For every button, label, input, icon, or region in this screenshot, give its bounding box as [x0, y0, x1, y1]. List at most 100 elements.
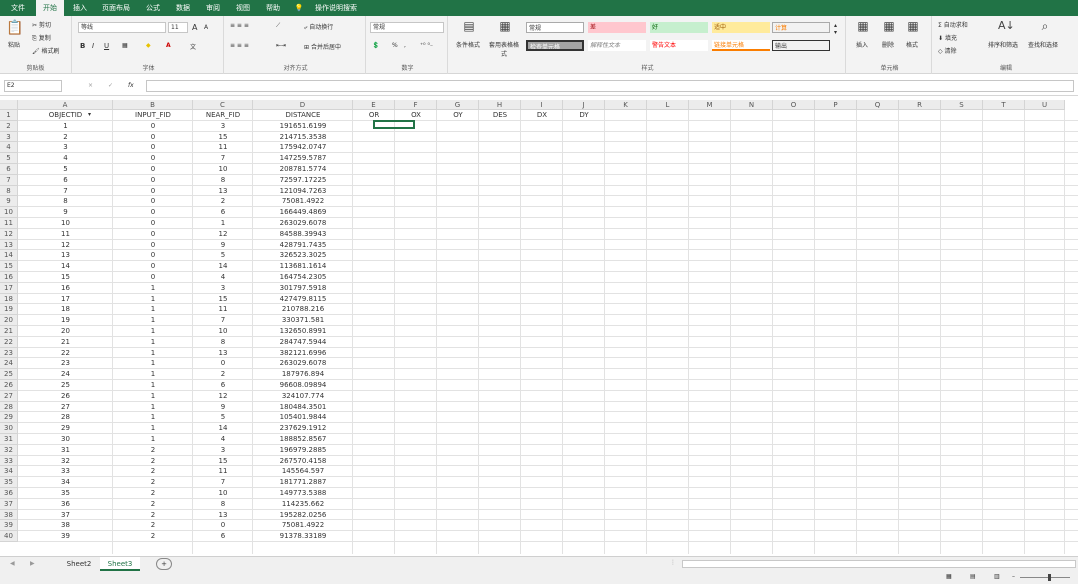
table-cell[interactable]: 9 — [193, 402, 253, 413]
format-button[interactable]: 格式 — [906, 40, 918, 49]
table-cell[interactable]: 0 — [113, 186, 193, 197]
table-cell[interactable]: 9 — [18, 207, 113, 218]
sheet-nav-right-icon[interactable]: ▶ — [30, 560, 35, 567]
column-header-j[interactable]: J — [563, 100, 605, 110]
row-header[interactable]: 22 — [0, 336, 18, 348]
row-header[interactable]: 29 — [0, 412, 18, 424]
column-header-n[interactable]: N — [731, 100, 773, 110]
align-top-icon[interactable]: ≡ ≡ ≡ — [230, 22, 249, 29]
underline-button[interactable]: U — [104, 42, 109, 50]
number-format-select[interactable]: 常规 — [370, 22, 444, 33]
row-header[interactable]: 11 — [0, 218, 18, 229]
table-cell[interactable]: 188852.8567 — [253, 434, 353, 445]
table-cell[interactable]: 210788.216 — [253, 304, 353, 315]
table-cell[interactable]: 2 — [113, 520, 193, 531]
insert-function-icon[interactable]: fx — [128, 82, 134, 89]
table-cell[interactable]: 0 — [113, 261, 193, 272]
bold-button[interactable]: B — [80, 42, 85, 50]
table-cell[interactable]: 8 — [193, 499, 253, 510]
table-cell[interactable]: 72597.17225 — [253, 175, 353, 186]
column-header-k[interactable]: K — [605, 100, 647, 110]
table-cell[interactable]: 1 — [113, 348, 193, 359]
table-cell[interactable]: 1 — [113, 294, 193, 305]
table-cell[interactable]: 11 — [18, 229, 113, 240]
conditional-format-button[interactable]: 条件格式 — [456, 40, 480, 49]
table-cell[interactable]: 114235.662 — [253, 499, 353, 510]
style-check-cell[interactable]: 检查单元格 — [526, 40, 584, 51]
style-normal[interactable]: 常规 — [526, 22, 584, 33]
table-cell[interactable]: 2 — [113, 477, 193, 488]
tab-file[interactable]: 文件 — [4, 0, 32, 16]
tab-formulas[interactable]: 公式 — [140, 0, 166, 16]
row-header[interactable]: 26 — [0, 380, 18, 391]
row-header[interactable]: 13 — [0, 239, 18, 251]
row-header[interactable]: 4 — [0, 142, 18, 154]
paste-button[interactable]: 粘贴 — [8, 40, 20, 49]
table-cell[interactable]: 382121.6996 — [253, 348, 353, 359]
table-cell[interactable]: 0 — [113, 229, 193, 240]
column-header-p[interactable]: P — [815, 100, 857, 110]
header-cell[interactable]: INPUT_FID — [113, 110, 193, 121]
column-header-g[interactable]: G — [437, 100, 479, 110]
cut-button[interactable]: ✂ 剪切 — [32, 20, 51, 29]
table-cell[interactable]: 324107.774 — [253, 391, 353, 402]
style-linked-cell[interactable]: 链接单元格 — [712, 40, 770, 51]
currency-icon[interactable]: 💲 — [372, 42, 379, 49]
table-cell[interactable]: 7 — [18, 186, 113, 197]
table-cell[interactable]: 18 — [18, 304, 113, 315]
copy-button[interactable]: ⎘ 复制 — [32, 33, 51, 43]
column-header-t[interactable]: T — [983, 100, 1025, 110]
table-cell[interactable]: 37 — [18, 510, 113, 521]
table-cell[interactable]: 13 — [193, 510, 253, 521]
insert-button[interactable]: 插入 — [856, 40, 868, 49]
table-cell[interactable]: 10 — [18, 218, 113, 229]
table-cell[interactable]: 0 — [113, 240, 193, 251]
row-header[interactable]: 39 — [0, 520, 18, 532]
table-cell[interactable]: 2 — [193, 196, 253, 207]
row-header[interactable]: 40 — [0, 531, 18, 542]
row-header[interactable]: 2 — [0, 120, 18, 132]
table-cell[interactable]: 149773.5388 — [253, 488, 353, 499]
table-cell[interactable]: 13 — [18, 250, 113, 261]
row-header[interactable]: 18 — [0, 293, 18, 305]
enter-icon[interactable]: ✓ — [108, 82, 113, 89]
table-cell[interactable]: 2 — [113, 499, 193, 510]
horizontal-scrollbar[interactable] — [682, 560, 1076, 568]
table-cell[interactable]: 75081.4922 — [253, 520, 353, 531]
table-cell[interactable]: 1 — [113, 337, 193, 348]
table-cell[interactable]: 105401.9844 — [253, 412, 353, 423]
fill-color-icon[interactable]: ◆ — [146, 42, 151, 49]
table-cell[interactable]: 0 — [113, 121, 193, 132]
table-cell[interactable]: 34 — [18, 477, 113, 488]
row-header[interactable]: 8 — [0, 185, 18, 197]
table-cell[interactable]: 36 — [18, 499, 113, 510]
header-cell[interactable]: DES — [479, 110, 521, 121]
table-cell[interactable]: 237629.1912 — [253, 423, 353, 434]
table-cell[interactable]: 28 — [18, 412, 113, 423]
tell-me-search[interactable]: 操作说明搜索 — [306, 0, 366, 16]
row-header[interactable]: 19 — [0, 304, 18, 316]
table-cell[interactable]: 3 — [193, 283, 253, 294]
row-header[interactable]: 7 — [0, 174, 18, 186]
table-cell[interactable]: 33 — [18, 466, 113, 477]
table-cell[interactable]: 113681.1614 — [253, 261, 353, 272]
column-header-a[interactable]: A — [18, 100, 113, 110]
orientation-icon[interactable]: ⟋ — [276, 22, 280, 30]
font-color-icon[interactable]: A — [166, 42, 171, 49]
table-cell[interactable]: 39 — [18, 531, 113, 542]
row-header[interactable]: 31 — [0, 434, 18, 445]
table-cell[interactable]: 20 — [18, 326, 113, 337]
table-cell[interactable]: 8 — [193, 337, 253, 348]
tab-view[interactable]: 视图 — [230, 0, 256, 16]
styles-scroll-icon[interactable]: ▴ ▾ — [834, 22, 837, 36]
font-name-select[interactable]: 等线 — [78, 22, 166, 33]
table-cell[interactable]: 0 — [113, 164, 193, 175]
row-header[interactable]: 27 — [0, 390, 18, 402]
table-cell[interactable]: 12 — [18, 240, 113, 251]
table-cell[interactable]: 2 — [113, 445, 193, 456]
table-cell[interactable]: 4 — [193, 272, 253, 283]
column-header-q[interactable]: Q — [857, 100, 899, 110]
table-cell[interactable]: 121094.7263 — [253, 186, 353, 197]
style-explanatory[interactable]: 解释性文本 — [588, 40, 646, 51]
select-all-corner[interactable] — [0, 100, 18, 110]
